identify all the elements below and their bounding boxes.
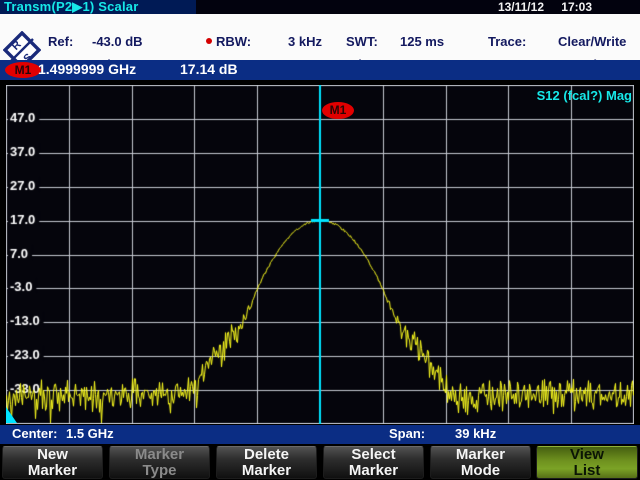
- softkey-select-marker[interactable]: SelectMarker: [323, 446, 424, 479]
- span-value: 39 kHz: [455, 426, 496, 441]
- trace-format-label: S12 (fcal?) Mag: [537, 88, 632, 103]
- ref-label: Ref:: [48, 34, 73, 49]
- date-display: 13/11/12: [498, 0, 544, 14]
- trace-start-triangle-icon: [6, 407, 17, 423]
- rbw-label: RBW:: [216, 34, 251, 49]
- time-display: 17:03: [561, 0, 592, 14]
- softkey-marker-mode[interactable]: MarkerMode: [430, 446, 531, 479]
- swt-label: SWT:: [346, 34, 378, 49]
- spectrum-plot: [6, 85, 634, 424]
- span-label: Span:: [389, 426, 425, 441]
- softkey-delete-marker[interactable]: DeleteMarker: [216, 446, 317, 479]
- softkey-marker-type[interactable]: MarkerType: [109, 446, 210, 479]
- swt-value: 125 ms: [400, 34, 444, 49]
- marker-m1-flag: M1: [322, 102, 354, 119]
- marker-level: 17.14 dB: [180, 61, 238, 77]
- top-status-bar: Transm(P2▶1) Scalar 13/11/12 17:03: [0, 0, 640, 14]
- rbw-annunciator-dot-icon: [206, 38, 212, 44]
- measurement-mode-title: Transm(P2▶1) Scalar: [4, 0, 138, 14]
- center-label: Center:: [12, 426, 58, 441]
- softkey-new-marker[interactable]: NewMarker: [2, 446, 103, 479]
- rbw-value: 3 kHz: [288, 34, 322, 49]
- trace-label: Trace:: [488, 34, 526, 49]
- marker-badge: M1: [5, 62, 41, 78]
- instrument-screen: Transm(P2▶1) Scalar 13/11/12 17:03 R S R…: [0, 0, 640, 480]
- settings-header: R S Ref: -43.0 dB RBW: 3 kHz SWT: 125 ms…: [0, 14, 640, 60]
- trace-value: Clear/Write: [558, 34, 626, 49]
- softkey-view-list[interactable]: ViewList: [536, 446, 638, 479]
- center-value: 1.5 GHz: [66, 426, 114, 441]
- ref-value: -43.0 dB: [92, 34, 143, 49]
- marker-readout-bar: M1 1.4999999 GHz 17.14 dB: [0, 60, 640, 80]
- frequency-axis-bar: Center: 1.5 GHz Span: 39 kHz: [0, 425, 640, 444]
- softkey-bar: NewMarker MarkerType DeleteMarker Select…: [0, 444, 640, 480]
- marker-frequency: 1.4999999 GHz: [38, 61, 136, 77]
